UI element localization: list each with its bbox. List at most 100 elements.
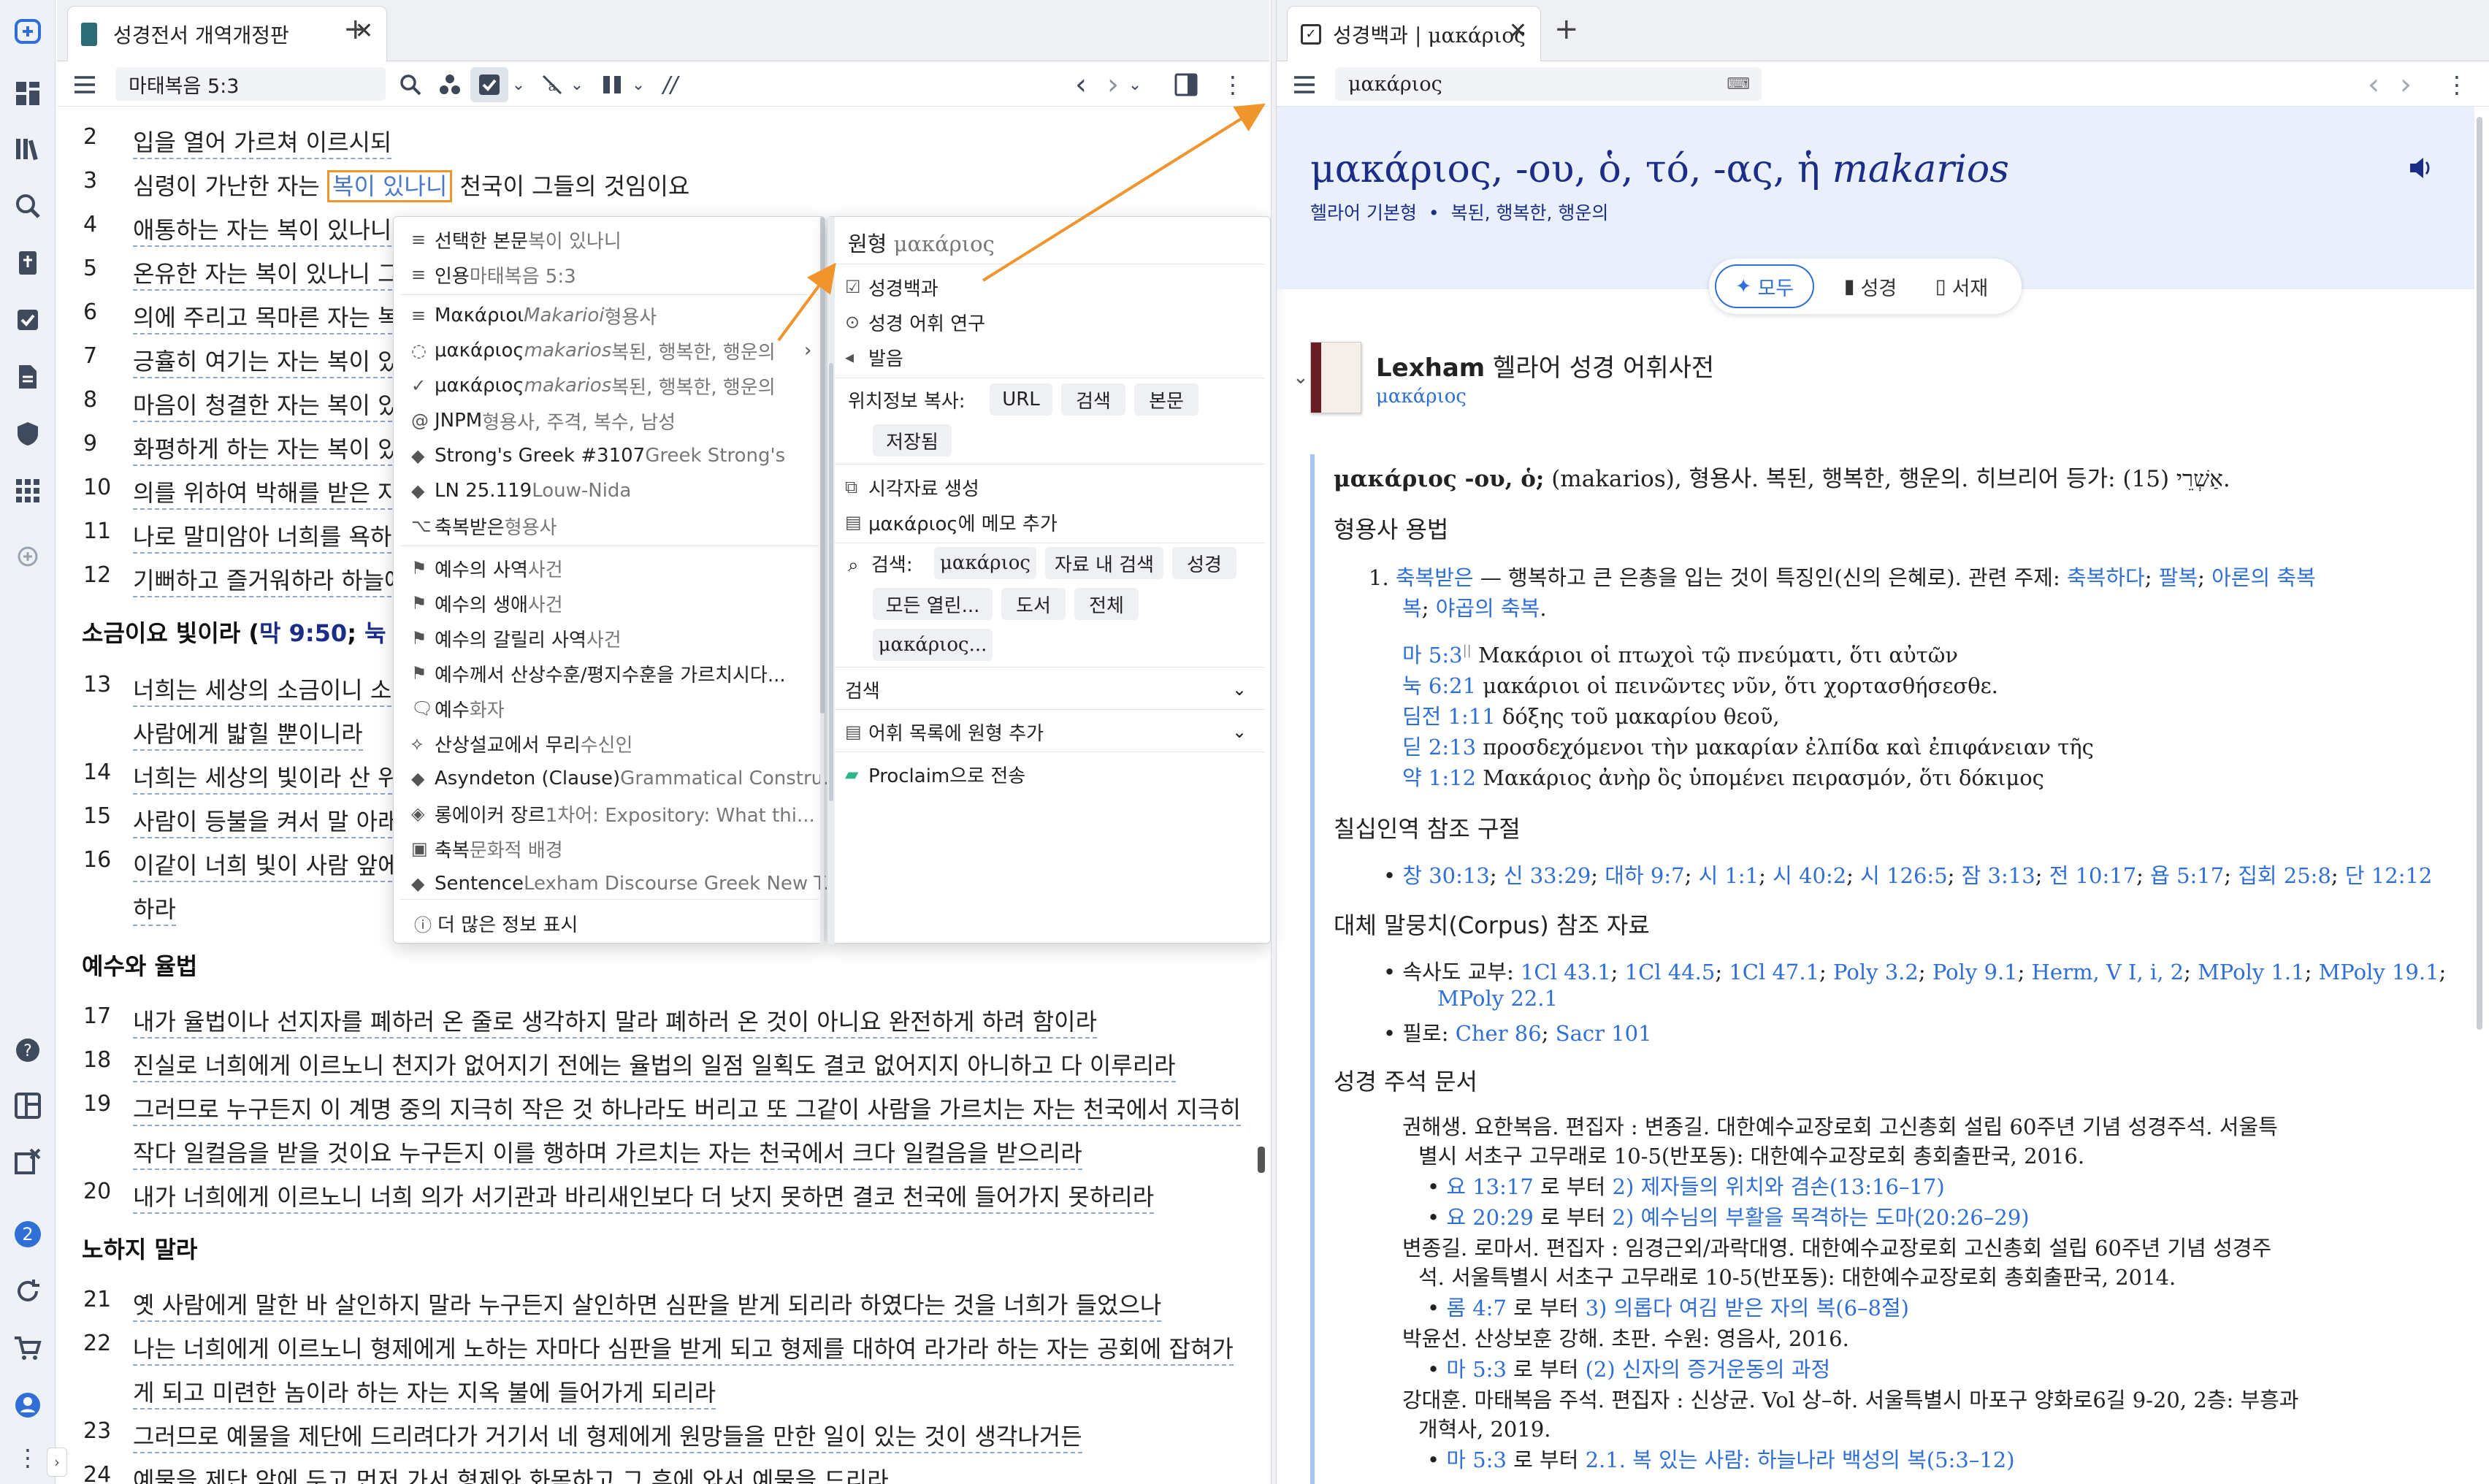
context-menu-item[interactable]: ◆ Sentence Lexham Discourse Greek New T..… bbox=[411, 867, 841, 900]
corpus-link[interactable]: Herm, V I, i, 2 bbox=[2032, 960, 2184, 984]
copy-text-button[interactable]: 본문 bbox=[1134, 383, 1198, 416]
topic-link[interactable]: 팔복 bbox=[2159, 565, 2198, 590]
resource-title[interactable]: Lexham 헬라어 성경 어휘사전 bbox=[1376, 348, 1714, 383]
context-menu-item[interactable]: ◆ LN 25.119 Louw-Nida bbox=[411, 474, 631, 508]
tab-encyclopedia[interactable]: ✓ 성경백과 | μακάριος ✕ bbox=[1287, 6, 1541, 61]
add-tab-icon[interactable]: + bbox=[343, 15, 368, 44]
columns-icon[interactable] bbox=[597, 70, 627, 99]
example-ref[interactable]: 약 1:12 bbox=[1402, 765, 1476, 790]
close-tab-icon[interactable]: ✕ bbox=[1509, 18, 1527, 44]
example-ref[interactable]: 눅 6:21 bbox=[1402, 673, 1476, 698]
scroll-thumb[interactable] bbox=[2477, 117, 2482, 1030]
context-menu-item[interactable]: ⚑ 예수께서 산상수훈/평지수훈을 가르치시다... bbox=[411, 657, 786, 690]
filter-bible-button[interactable]: ▮ 성경 bbox=[1830, 264, 1911, 308]
context-menu-item[interactable]: ⚑ 예수의 갈릴리 사역 사건 bbox=[411, 621, 622, 655]
topic-link[interactable]: 아론의 축복 bbox=[2211, 565, 2316, 590]
verse-line[interactable]: 게 되고 미련한 놈이라 하는 자는 지옥 불에 들어가게 되리라 bbox=[0, 1374, 1183, 1410]
search-section[interactable]: 검색 ⌄ bbox=[845, 671, 1247, 708]
lxx-link[interactable]: 잠 3:13 bbox=[1962, 863, 2035, 888]
context-menu-item[interactable]: ◌ μακάριος makarios 복된, 행복한, 행운의 › bbox=[411, 334, 811, 367]
verse-line[interactable]: 21 옛 사람에게 말한 바 살인하지 말라 누구든지 살인하면 심판을 받게 되… bbox=[0, 1287, 1183, 1322]
context-menu-item[interactable]: ⚑ 예수의 생애 사건 bbox=[411, 586, 563, 620]
menu-icon[interactable] bbox=[70, 70, 99, 99]
verse-line[interactable]: 작다 일컬음을 받을 것이요 누구든지 이를 행하며 가르치는 자는 천국에서 … bbox=[0, 1135, 1183, 1170]
scroll-thumb[interactable] bbox=[1258, 1147, 1265, 1173]
right-scrollbar[interactable] bbox=[2474, 110, 2485, 1483]
menu-scrollbar[interactable] bbox=[820, 217, 825, 944]
search-all-button[interactable]: 전체 bbox=[1074, 588, 1139, 620]
context-menu-item[interactable]: ⌥ 축복받은 형용사 bbox=[411, 509, 557, 543]
lxx-link[interactable]: 전 10:17 bbox=[2049, 863, 2136, 888]
ref-link[interactable]: 마 5:3 bbox=[1446, 1357, 1507, 1382]
verse-line[interactable]: 2 입을 열어 가르쳐 이르시되 bbox=[0, 124, 1183, 159]
context-menu-item[interactable]: ◆ Asyndeton (Clause) Grammatical Constru.… bbox=[411, 762, 841, 795]
corpus-link[interactable]: Poly 9.1 bbox=[1932, 960, 2018, 984]
parallel-icon[interactable]: // bbox=[654, 69, 687, 101]
corpus-link[interactable]: 1Cl 47.1 bbox=[1729, 960, 1819, 984]
search-more-button[interactable]: μακάριος... bbox=[873, 629, 993, 661]
tab-bible[interactable]: 성경전서 개역개정판 ✕ bbox=[67, 6, 387, 61]
more-vertical-icon[interactable]: ⋮ bbox=[2442, 69, 2471, 101]
copy-url-button[interactable]: URL bbox=[990, 383, 1052, 416]
back-icon[interactable]: ‹ bbox=[1065, 68, 1097, 102]
example-ref[interactable]: 딤전 1:11 bbox=[1402, 704, 1496, 729]
keyboard-icon[interactable]: ⌨ bbox=[1727, 75, 1750, 93]
corpus-link[interactable]: 1Cl 43.1 bbox=[1521, 960, 1611, 984]
example-ref[interactable]: 딛 2:13 bbox=[1402, 735, 1476, 760]
submenu-item-pronunciation[interactable]: ◂ 발음 bbox=[845, 340, 903, 375]
resource-cover[interactable] bbox=[1310, 342, 1361, 413]
corpus-link[interactable]: Sacr 101 bbox=[1556, 1021, 1652, 1046]
lxx-link[interactable]: 집회 25:8 bbox=[2238, 863, 2331, 888]
verse-line[interactable]: 18 진실로 너희에게 이르노니 천지가 없어지기 전에는 율법의 일점 일획도 … bbox=[0, 1047, 1183, 1082]
visual-filter-icon[interactable] bbox=[435, 70, 464, 99]
interlinear-icon[interactable]: a bbox=[538, 70, 567, 99]
encyclopedia-search-input[interactable]: μακάριος ⌨ bbox=[1335, 67, 1762, 101]
layouts-icon[interactable] bbox=[10, 76, 45, 111]
corpus-link[interactable]: 1Cl 44.5 bbox=[1625, 960, 1716, 984]
corpus-link[interactable]: MPoly 19.1 bbox=[2319, 960, 2439, 984]
context-menu-item[interactable]: ◆ Strong's Greek #3107 Greek Strong's bbox=[411, 439, 785, 473]
corpus-link[interactable]: MPoly 22.1 bbox=[1437, 986, 1558, 1011]
topic-link[interactable]: 복 bbox=[1402, 596, 1422, 621]
verse-line[interactable]: 20 내가 너희에게 이르노니 너희 의가 서기관과 바리새인보다 더 낫지 못하… bbox=[0, 1179, 1183, 1214]
context-menu-item[interactable]: ⟡ 산상설교에서 무리 수신인 bbox=[411, 727, 632, 760]
search-books-button[interactable]: 도서 bbox=[1001, 588, 1066, 620]
lxx-link[interactable]: 대하 9:7 bbox=[1605, 863, 1684, 888]
context-menu-item[interactable]: ✓ μακάριος makarios 복된, 행복한, 행운의 bbox=[411, 369, 776, 402]
vocab-list-item[interactable]: ▤ 어휘 목록에 원형 추가 ⌄ bbox=[845, 714, 1247, 750]
ref-link[interactable]: 마 5:3 bbox=[1446, 1447, 1507, 1472]
submenu-item-wordstudy[interactable]: ⊙ 성경 어휘 연구 bbox=[845, 305, 985, 340]
submenu-item-encyclopedia[interactable]: ☑ 성경백과 bbox=[845, 269, 938, 305]
lxx-link[interactable]: 창 30:13 bbox=[1402, 863, 1489, 888]
topic-link[interactable]: 야곱의 축복 bbox=[1436, 596, 1540, 621]
highlight-toggle-icon[interactable] bbox=[470, 67, 508, 102]
section-link[interactable]: 2) 제자들의 위치와 겸손(13:16–17) bbox=[1613, 1174, 1945, 1199]
panel-divider[interactable] bbox=[1271, 0, 1277, 1484]
context-menu-item[interactable]: ≡ Μακάριοι Makarioi 형용사 bbox=[411, 299, 657, 332]
section-link[interactable]: 3) 의롭다 여김 받은 자의 복(6–8절) bbox=[1586, 1296, 1909, 1320]
add-tab-icon[interactable]: + bbox=[1554, 15, 1579, 44]
corpus-link[interactable]: Cher 86 bbox=[1456, 1021, 1542, 1046]
chevron-down-icon[interactable]: ⌄ bbox=[568, 73, 586, 96]
example-ref[interactable]: 마 5:3 bbox=[1402, 643, 1463, 668]
verse-line[interactable]: 22 나는 너희에게 이르노니 형제에게 노하는 자마다 심판을 받게 되고 형제… bbox=[0, 1331, 1234, 1366]
section-link[interactable]: (2) 신자의 증거운동의 과정 bbox=[1586, 1357, 1831, 1382]
lxx-link[interactable]: 시 40:2 bbox=[1773, 863, 1846, 888]
topic-link[interactable]: 축복하다 bbox=[2067, 565, 2145, 590]
section-link[interactable]: 2) 예수님의 부활을 목격하는 도마(20:26–29) bbox=[1613, 1205, 2030, 1230]
forward-icon[interactable]: › bbox=[1097, 68, 1129, 102]
proclaim-item[interactable]: ▰ Proclaim으로 전송 bbox=[845, 756, 1025, 792]
lxx-link[interactable]: 욥 5:17 bbox=[2150, 863, 2224, 888]
filter-library-button[interactable]: ▯ 서재 bbox=[1918, 264, 2006, 308]
chevron-down-icon[interactable]: ⌄ bbox=[1126, 73, 1144, 96]
forward-icon[interactable]: › bbox=[2390, 68, 2422, 102]
verse-line[interactable]: 17 내가 율법이나 선지자를 폐하러 온 줄로 생각하지 말라 폐하러 온 것이… bbox=[0, 1003, 1183, 1039]
verse-line[interactable]: 19 그러므로 누구든지 이 계명 중의 지극히 작은 것 하나라도 버리고 또 … bbox=[0, 1091, 1241, 1126]
def-link[interactable]: 축복받은 bbox=[1396, 565, 1474, 590]
verse-line[interactable]: 24 예물을 제단 앞에 두고 먼저 가서 형제와 화목하고 그 후에 와서 예물… bbox=[0, 1462, 1183, 1484]
search-lemma-button[interactable]: μακάριος bbox=[934, 547, 1036, 579]
verse-line[interactable]: 23 그러므로 예물을 제단에 드리려다가 거기서 네 형제에게 원망들을 만한 … bbox=[0, 1418, 1183, 1453]
search-bible-button[interactable]: 성경 bbox=[1172, 547, 1236, 579]
copy-saved-button[interactable]: 저장됨 bbox=[873, 424, 952, 456]
context-menu-item[interactable]: ⚑ 예수의 사역 사건 bbox=[411, 551, 563, 585]
